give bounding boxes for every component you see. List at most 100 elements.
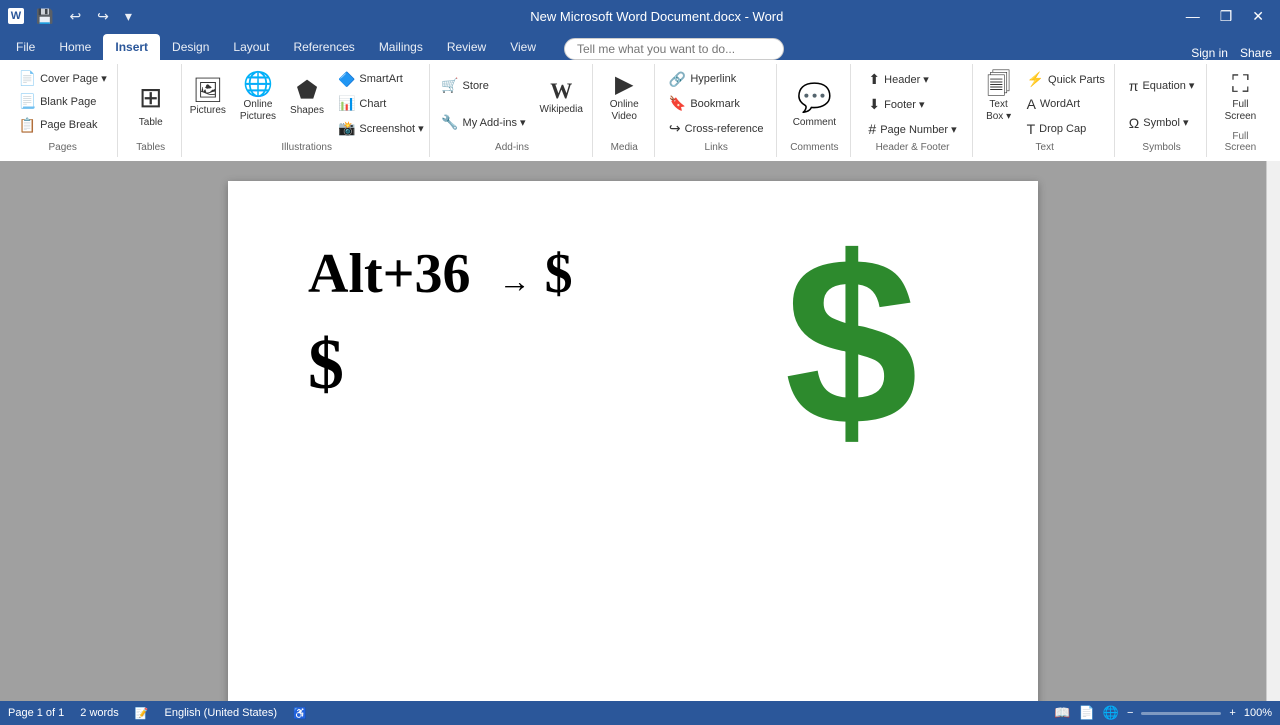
title-bar-left: W 💾 ↩ ↪ ▾ — [8, 6, 136, 27]
page-indicator: Page 1 of 1 — [8, 707, 64, 719]
smartart-btn[interactable]: 🔷 SmartArt — [332, 69, 430, 90]
headfoot-label: Header & Footer — [876, 142, 950, 153]
document-page[interactable]: Alt+36 → $ $ $ — [228, 181, 1038, 701]
tab-mailings[interactable]: Mailings — [367, 34, 435, 60]
wikipedia-btn[interactable]: W Wikipedia — [534, 68, 589, 128]
tab-view[interactable]: View — [498, 34, 548, 60]
drop-cap-btn[interactable]: T Drop Cap — [1021, 119, 1111, 139]
hyperlink-icon: 🔗 — [669, 71, 686, 88]
restore-btn[interactable]: ❒ — [1212, 4, 1241, 29]
illus-label: Illustrations — [281, 142, 332, 153]
comment-icon: 💬 — [797, 81, 832, 114]
tab-home[interactable]: Home — [47, 34, 103, 60]
minimize-btn[interactable]: — — [1178, 4, 1208, 28]
fullscreen-btn[interactable]: ⛶ FullScreen — [1219, 68, 1263, 128]
wordart-icon: A — [1027, 96, 1036, 112]
comment-btn[interactable]: 💬 Comment — [785, 68, 844, 140]
zoom-minus[interactable]: − — [1127, 707, 1133, 719]
pages-items: 📄 Cover Page ▾ 📃 Blank Page 📋 Page Break — [13, 68, 113, 140]
table-btn[interactable]: ⊞ Table — [127, 68, 175, 140]
chart-btn[interactable]: 📊 Chart — [332, 93, 430, 114]
search-input[interactable] — [564, 38, 784, 60]
word-count: 2 words — [80, 707, 119, 719]
share-btn[interactable]: Share — [1240, 46, 1272, 60]
footer-btn[interactable]: ⬇ Footer ▾ — [862, 94, 962, 115]
tab-review[interactable]: Review — [435, 34, 498, 60]
web-layout-btn[interactable]: 🌐 — [1103, 705, 1119, 721]
proofing-icon[interactable]: 📝 — [135, 707, 149, 720]
shapes-btn[interactable]: ⬟ Shapes — [284, 68, 330, 128]
ribbon-content: 📄 Cover Page ▾ 📃 Blank Page 📋 Page Break… — [0, 60, 1280, 161]
cover-page-icon: 📄 — [19, 70, 36, 87]
online-video-icon: ▶ — [615, 73, 633, 97]
store-btn[interactable]: 🛒 Store — [435, 75, 531, 96]
close-btn[interactable]: ✕ — [1244, 4, 1272, 29]
text-box-icon: 🗐 — [987, 73, 1011, 97]
hyperlink-btn[interactable]: 🔗 Hyperlink — [663, 69, 770, 90]
tab-file[interactable]: File — [4, 34, 47, 60]
cover-page-btn[interactable]: 📄 Cover Page ▾ — [13, 68, 113, 89]
online-video-btn[interactable]: ▶ OnlineVideo — [604, 68, 645, 128]
redo-quick-btn[interactable]: ↪ — [93, 6, 113, 27]
table-icon: ⊞ — [139, 81, 162, 114]
customize-quick-btn[interactable]: ▾ — [121, 6, 136, 27]
page-break-icon: 📋 — [19, 117, 36, 134]
group-links: 🔗 Hyperlink 🔖 Bookmark ↪ Cross-reference… — [657, 64, 777, 157]
status-bar: Page 1 of 1 2 words 📝 English (United St… — [0, 701, 1280, 725]
group-addins: 🛒 Store 🔧 My Add-ins ▾ W Wikipedia Add-i… — [432, 64, 592, 157]
symbol-btn[interactable]: Ω Symbol ▾ — [1123, 113, 1201, 133]
symbols-items: π Equation ▾ Ω Symbol ▾ — [1123, 68, 1201, 140]
blank-page-btn[interactable]: 📃 Blank Page — [13, 91, 113, 112]
group-illustrations: 🖼 Pictures 🌐 OnlinePictures ⬟ Shapes 🔷 S… — [184, 64, 430, 157]
footer-icon: ⬇ — [868, 96, 880, 113]
group-symbols: π Equation ▾ Ω Symbol ▾ Symbols — [1117, 64, 1206, 157]
document-title: New Microsoft Word Document.docx - Word — [136, 9, 1178, 24]
quick-parts-btn[interactable]: ⚡ Quick Parts — [1021, 69, 1111, 90]
group-media: ▶ OnlineVideo Media — [595, 64, 655, 157]
header-btn[interactable]: ⬆ Header ▾ — [862, 69, 962, 90]
media-label: Media — [611, 142, 638, 153]
page-container: Alt+36 → $ $ $ — [0, 161, 1266, 701]
screenshot-btn[interactable]: 📸 Screenshot ▾ — [332, 118, 430, 139]
tab-layout[interactable]: Layout — [221, 34, 281, 60]
comments-label: Comments — [790, 142, 838, 153]
tab-references[interactable]: References — [281, 34, 366, 60]
zoom-slider[interactable] — [1141, 712, 1221, 715]
online-pictures-icon: 🌐 — [243, 73, 273, 97]
bookmark-icon: 🔖 — [669, 95, 686, 112]
word-icon: W — [8, 8, 24, 24]
undo-quick-btn[interactable]: ↩ — [65, 6, 85, 27]
fullscreen-items: ⛶ FullScreen — [1219, 68, 1263, 129]
text-items: 🗐 TextBox ▾ ⚡ Quick Parts A WordArt T Dr… — [979, 68, 1111, 140]
save-quick-btn[interactable]: 💾 — [32, 6, 57, 27]
cross-reference-btn[interactable]: ↪ Cross-reference — [663, 118, 770, 139]
language: English (United States) — [165, 707, 278, 719]
page-break-btn[interactable]: 📋 Page Break — [13, 115, 113, 136]
signin-btn[interactable]: Sign in — [1191, 46, 1228, 60]
illus-items: 🖼 Pictures 🌐 OnlinePictures ⬟ Shapes 🔷 S… — [184, 68, 430, 140]
group-tables: ⊞ Table Tables — [120, 64, 182, 157]
online-pictures-btn[interactable]: 🌐 OnlinePictures — [234, 68, 282, 128]
zoom-level: 100% — [1244, 707, 1272, 719]
shapes-icon: ⬟ — [297, 79, 318, 103]
equation-btn[interactable]: π Equation ▾ — [1123, 76, 1201, 96]
bookmark-btn[interactable]: 🔖 Bookmark — [663, 93, 770, 114]
text-box-btn[interactable]: 🗐 TextBox ▾ — [979, 68, 1019, 128]
page-number-btn[interactable]: # Page Number ▾ — [862, 119, 962, 139]
pictures-btn[interactable]: 🖼 Pictures — [184, 68, 232, 128]
wordart-btn[interactable]: A WordArt — [1021, 94, 1111, 114]
print-layout-btn[interactable]: 📄 — [1079, 705, 1095, 721]
links-items: 🔗 Hyperlink 🔖 Bookmark ↪ Cross-reference — [663, 68, 770, 140]
my-addins-icon: 🔧 — [441, 114, 458, 131]
vertical-scrollbar[interactable] — [1266, 161, 1280, 701]
zoom-plus[interactable]: + — [1229, 707, 1235, 719]
links-label: Links — [705, 142, 728, 153]
dollar-sign-large: $ — [785, 221, 918, 461]
read-mode-btn[interactable]: 📖 — [1054, 705, 1070, 721]
my-addins-btn[interactable]: 🔧 My Add-ins ▾ — [435, 112, 531, 133]
tab-insert[interactable]: Insert — [103, 34, 160, 60]
arrow-right: → — [499, 262, 531, 300]
accessibility-icon[interactable]: ♿ — [293, 707, 307, 720]
tab-design[interactable]: Design — [160, 34, 221, 60]
document-area: Alt+36 → $ $ $ — [0, 161, 1280, 701]
